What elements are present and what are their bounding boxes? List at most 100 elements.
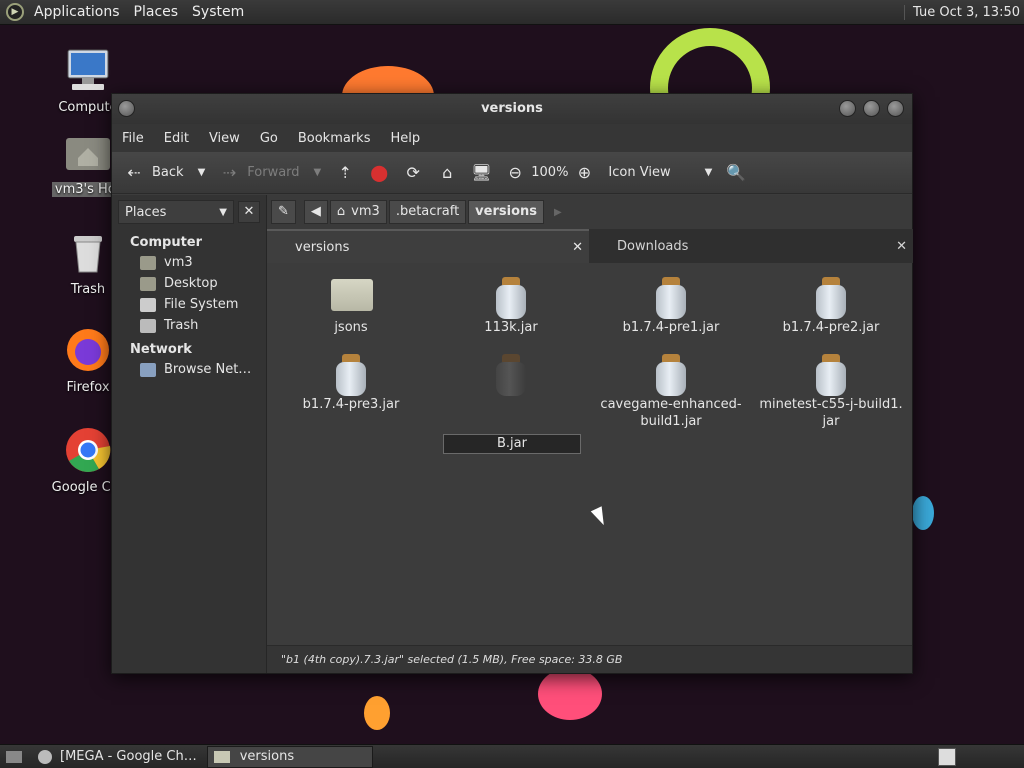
file-item[interactable]: b1.7.4-pre2.jar (751, 269, 911, 336)
window-menu-button[interactable] (118, 100, 135, 117)
breadcrumb-left-arrow[interactable]: ◀ (303, 200, 328, 224)
chevron-down-icon[interactable]: ▼ (198, 167, 206, 178)
wallpaper-small-blob (364, 696, 390, 730)
tab-downloads[interactable]: Downloads ✕ (589, 229, 913, 263)
window-title: versions (481, 101, 543, 116)
search-icon: 🔍 (726, 162, 747, 182)
zoom-in-button[interactable]: ⊕ (574, 163, 594, 183)
menu-file[interactable]: File (122, 131, 144, 146)
maximize-button[interactable] (863, 100, 880, 117)
sidebar-item-vm3[interactable]: vm3 (112, 252, 266, 273)
up-button[interactable]: ⇡ (335, 163, 355, 183)
forward-label: Forward (247, 165, 300, 180)
chevron-left-icon: ◀ (310, 204, 321, 219)
file-label: minetest-c55-j-build1. (759, 397, 903, 412)
taskbar-item-versions[interactable]: versions (206, 745, 373, 768)
places-menu[interactable]: Places (134, 4, 179, 20)
menu-go[interactable]: Go (260, 131, 278, 146)
sidebar-item-browse-network[interactable]: Browse Net… (112, 359, 266, 380)
chevron-right-icon[interactable]: ▶ (554, 207, 562, 218)
file-label: jar (822, 414, 840, 429)
up-arrow-icon: ⇡ (338, 162, 352, 182)
tab-versions[interactable]: versions ✕ (267, 229, 589, 263)
breadcrumb-versions[interactable]: versions (468, 200, 544, 224)
back-label: Back (152, 165, 184, 180)
home-button[interactable]: ⌂ (437, 163, 457, 183)
home-folder-icon (140, 255, 156, 270)
close-button[interactable] (887, 100, 904, 117)
file-item[interactable]: 113k.jar (431, 269, 591, 336)
back-button[interactable]: ⇠ Back ▼ (124, 163, 205, 183)
file-label: cavegame-enhanced- (600, 397, 742, 412)
side-pane-selector-label: Places (125, 204, 167, 220)
jar-icon (651, 269, 691, 319)
sidebar-item-desktop[interactable]: Desktop (112, 273, 266, 294)
zoom-in-icon: ⊕ (577, 162, 592, 182)
computer-icon (64, 46, 112, 94)
chrome-icon (38, 749, 52, 764)
rename-input[interactable]: B.jar (443, 434, 581, 454)
jar-icon (651, 346, 691, 396)
jar-icon (491, 346, 531, 396)
file-item-selected[interactable] (431, 346, 591, 396)
side-pane-close-button[interactable]: ✕ (238, 201, 260, 223)
mate-logo-icon[interactable]: ▶ (6, 3, 24, 21)
wallpaper-cyan-blob (912, 496, 934, 530)
top-panel: ▶ Applications Places System Tue Oct 3, … (0, 0, 1024, 25)
file-item[interactable]: cavegame-enhanced- build1.jar (591, 346, 751, 430)
show-desktop-button[interactable] (0, 746, 28, 768)
menu-help[interactable]: Help (390, 131, 420, 146)
zoom-level[interactable]: 100% (531, 165, 568, 180)
window-titlebar[interactable]: versions (112, 94, 912, 124)
stop-button[interactable]: ⬤ (369, 163, 389, 183)
breadcrumb-label: vm3 (351, 204, 380, 219)
pane-area: versions ✕ Downloads ✕ jsons 113k.jar b1… (267, 229, 913, 645)
forward-button[interactable]: ⇢ Forward ▼ (219, 163, 322, 183)
menu-view[interactable]: View (209, 131, 240, 146)
side-pane-header: Places ▼ ✕ (112, 195, 266, 229)
reload-button[interactable]: ⟳ (403, 163, 423, 183)
folder-icon (331, 269, 373, 315)
sidebar-item-trash[interactable]: Trash (112, 315, 266, 336)
system-menu[interactable]: System (192, 4, 244, 20)
sidebar-item-label: Trash (164, 318, 199, 333)
menubar: File Edit View Go Bookmarks Help (112, 124, 912, 152)
sidebar-item-label: File System (164, 297, 239, 312)
clock[interactable]: Tue Oct 3, 13:50 (904, 4, 1020, 20)
chevron-down-icon: ▼ (704, 167, 713, 178)
sidebar-item-label: Browse Net… (164, 362, 252, 377)
file-label: 113k.jar (484, 320, 538, 335)
computer-button[interactable]: 🖥 (471, 163, 491, 183)
close-icon[interactable]: ✕ (896, 239, 907, 254)
file-label: b1.7.4-pre2.jar (782, 320, 880, 335)
file-item[interactable]: minetest-c55-j-build1. jar (751, 346, 911, 430)
breadcrumb-vm3[interactable]: ⌂ vm3 (329, 200, 387, 224)
file-item[interactable]: b1.7.4-pre1.jar (591, 269, 751, 336)
pencil-icon: ✎ (278, 204, 289, 219)
close-icon[interactable]: ✕ (572, 240, 583, 255)
taskbar-item-mega[interactable]: [MEGA - Google Ch… (32, 746, 203, 768)
applications-menu[interactable]: Applications (34, 4, 120, 20)
file-item[interactable]: jsons (271, 269, 431, 336)
jar-icon (331, 346, 371, 396)
side-pane: Places ▼ ✕ Computer vm3 Desktop File Sys… (112, 195, 267, 673)
menu-bookmarks[interactable]: Bookmarks (298, 131, 371, 146)
search-button[interactable]: 🔍 (726, 163, 746, 183)
minimize-button[interactable] (839, 100, 856, 117)
section-network: Network (130, 342, 192, 357)
breadcrumb-betacraft[interactable]: .betacraft (388, 200, 467, 224)
workspace-switcher[interactable] (938, 748, 956, 766)
edit-location-button[interactable]: ✎ (271, 200, 296, 224)
section-computer: Computer (130, 235, 203, 250)
menu-edit[interactable]: Edit (164, 131, 189, 146)
side-pane-selector[interactable]: Places ▼ (118, 200, 234, 224)
chevron-down-icon[interactable]: ▼ (314, 167, 322, 178)
file-item[interactable]: b1.7.4-pre3.jar (271, 346, 431, 413)
zoom-out-button[interactable]: ⊖ (505, 163, 525, 183)
file-grid[interactable]: jsons 113k.jar b1.7.4-pre1.jar b1.7.4-pr… (267, 263, 912, 645)
jar-icon (811, 346, 851, 396)
sidebar-item-filesystem[interactable]: File System (112, 294, 266, 315)
toolbar: ⇠ Back ▼ ⇢ Forward ▼ ⇡ ⬤ ⟳ ⌂ 🖥 ⊖ 100% ⊕ … (112, 152, 912, 194)
view-mode-select[interactable]: Icon View ▼ (608, 165, 712, 180)
wallpaper-pink-blob (538, 668, 602, 720)
